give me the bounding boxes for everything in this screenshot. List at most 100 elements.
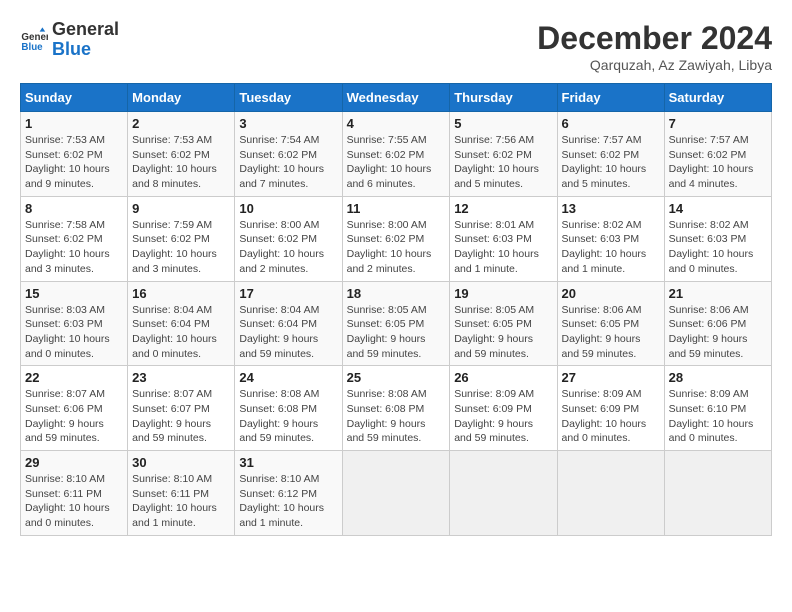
- day-number: 23: [132, 370, 230, 385]
- day-info: Sunrise: 7:59 AMSunset: 6:02 PMDaylight:…: [132, 218, 230, 277]
- day-info: Sunrise: 7:57 AMSunset: 6:02 PMDaylight:…: [562, 133, 660, 192]
- location-title: Qarquzah, Az Zawiyah, Libya: [537, 57, 772, 73]
- day-info: Sunrise: 8:08 AMSunset: 6:08 PMDaylight:…: [347, 387, 446, 446]
- day-info: Sunrise: 8:09 AMSunset: 6:09 PMDaylight:…: [454, 387, 552, 446]
- calendar-cell: 18 Sunrise: 8:05 AMSunset: 6:05 PMDayligh…: [342, 281, 450, 366]
- calendar-cell: 4 Sunrise: 7:55 AMSunset: 6:02 PMDaylight…: [342, 112, 450, 197]
- calendar-day-header: Saturday: [664, 84, 771, 112]
- calendar-cell: 12 Sunrise: 8:01 AMSunset: 6:03 PMDayligh…: [450, 196, 557, 281]
- logo-line2: Blue: [52, 40, 119, 60]
- day-number: 3: [239, 116, 337, 131]
- calendar-week-row: 8Sunrise: 7:58 AMSunset: 6:02 PMDaylight…: [21, 196, 772, 281]
- month-title: December 2024: [537, 20, 772, 57]
- page-header: General Blue General Blue December 2024 …: [20, 20, 772, 73]
- day-number: 2: [132, 116, 230, 131]
- calendar: SundayMondayTuesdayWednesdayThursdayFrid…: [20, 83, 772, 536]
- calendar-cell: 15Sunrise: 8:03 AMSunset: 6:03 PMDayligh…: [21, 281, 128, 366]
- calendar-cell: 5 Sunrise: 7:56 AMSunset: 6:02 PMDaylight…: [450, 112, 557, 197]
- day-number: 7: [669, 116, 767, 131]
- day-info: Sunrise: 8:09 AMSunset: 6:10 PMDaylight:…: [669, 387, 767, 446]
- day-number: 12: [454, 201, 552, 216]
- calendar-week-row: 15Sunrise: 8:03 AMSunset: 6:03 PMDayligh…: [21, 281, 772, 366]
- day-number: 20: [562, 286, 660, 301]
- calendar-cell: 3 Sunrise: 7:54 AMSunset: 6:02 PMDaylight…: [235, 112, 342, 197]
- calendar-cell: 24 Sunrise: 8:08 AMSunset: 6:08 PMDayligh…: [235, 366, 342, 451]
- calendar-cell: 26 Sunrise: 8:09 AMSunset: 6:09 PMDayligh…: [450, 366, 557, 451]
- calendar-cell: [557, 451, 664, 536]
- day-number: 25: [347, 370, 446, 385]
- calendar-day-header: Thursday: [450, 84, 557, 112]
- calendar-day-header: Friday: [557, 84, 664, 112]
- day-info: Sunrise: 8:05 AMSunset: 6:05 PMDaylight:…: [347, 303, 446, 362]
- calendar-cell: 8Sunrise: 7:58 AMSunset: 6:02 PMDaylight…: [21, 196, 128, 281]
- calendar-cell: 10 Sunrise: 8:00 AMSunset: 6:02 PMDayligh…: [235, 196, 342, 281]
- day-info: Sunrise: 7:53 AMSunset: 6:02 PMDaylight:…: [25, 133, 123, 192]
- day-info: Sunrise: 8:04 AMSunset: 6:04 PMDaylight:…: [132, 303, 230, 362]
- logo: General Blue General Blue: [20, 20, 119, 60]
- day-number: 21: [669, 286, 767, 301]
- day-info: Sunrise: 8:02 AMSunset: 6:03 PMDaylight:…: [669, 218, 767, 277]
- day-number: 11: [347, 201, 446, 216]
- day-number: 24: [239, 370, 337, 385]
- calendar-cell: 30 Sunrise: 8:10 AMSunset: 6:11 PMDayligh…: [128, 451, 235, 536]
- calendar-cell: 11 Sunrise: 8:00 AMSunset: 6:02 PMDayligh…: [342, 196, 450, 281]
- day-info: Sunrise: 8:05 AMSunset: 6:05 PMDaylight:…: [454, 303, 552, 362]
- calendar-cell: 31Sunrise: 8:10 AMSunset: 6:12 PMDayligh…: [235, 451, 342, 536]
- day-number: 6: [562, 116, 660, 131]
- day-info: Sunrise: 8:08 AMSunset: 6:08 PMDaylight:…: [239, 387, 337, 446]
- calendar-cell: 17Sunrise: 8:04 AMSunset: 6:04 PMDayligh…: [235, 281, 342, 366]
- calendar-day-header: Sunday: [21, 84, 128, 112]
- day-info: Sunrise: 8:10 AMSunset: 6:11 PMDaylight:…: [132, 472, 230, 531]
- calendar-week-row: 29 Sunrise: 8:10 AMSunset: 6:11 PMDayligh…: [21, 451, 772, 536]
- day-info: Sunrise: 7:56 AMSunset: 6:02 PMDaylight:…: [454, 133, 552, 192]
- day-number: 8: [25, 201, 123, 216]
- day-number: 18: [347, 286, 446, 301]
- day-number: 19: [454, 286, 552, 301]
- calendar-cell: 7 Sunrise: 7:57 AMSunset: 6:02 PMDaylight…: [664, 112, 771, 197]
- day-number: 27: [562, 370, 660, 385]
- calendar-cell: 20 Sunrise: 8:06 AMSunset: 6:05 PMDayligh…: [557, 281, 664, 366]
- calendar-cell: 22Sunrise: 8:07 AMSunset: 6:06 PMDayligh…: [21, 366, 128, 451]
- day-number: 28: [669, 370, 767, 385]
- day-info: Sunrise: 8:09 AMSunset: 6:09 PMDaylight:…: [562, 387, 660, 446]
- day-info: Sunrise: 7:55 AMSunset: 6:02 PMDaylight:…: [347, 133, 446, 192]
- day-number: 30: [132, 455, 230, 470]
- day-number: 10: [239, 201, 337, 216]
- logo-line1: General: [52, 20, 119, 40]
- day-number: 13: [562, 201, 660, 216]
- calendar-cell: 23Sunrise: 8:07 AMSunset: 6:07 PMDayligh…: [128, 366, 235, 451]
- calendar-cell: [450, 451, 557, 536]
- calendar-cell: 1Sunrise: 7:53 AMSunset: 6:02 PMDaylight…: [21, 112, 128, 197]
- day-number: 5: [454, 116, 552, 131]
- day-number: 29: [25, 455, 123, 470]
- calendar-week-row: 1Sunrise: 7:53 AMSunset: 6:02 PMDaylight…: [21, 112, 772, 197]
- calendar-cell: 9 Sunrise: 7:59 AMSunset: 6:02 PMDaylight…: [128, 196, 235, 281]
- day-info: Sunrise: 7:53 AMSunset: 6:02 PMDaylight:…: [132, 133, 230, 192]
- day-info: Sunrise: 8:07 AMSunset: 6:06 PMDaylight:…: [25, 387, 123, 446]
- day-info: Sunrise: 8:03 AMSunset: 6:03 PMDaylight:…: [25, 303, 123, 362]
- calendar-cell: 16 Sunrise: 8:04 AMSunset: 6:04 PMDayligh…: [128, 281, 235, 366]
- day-info: Sunrise: 8:00 AMSunset: 6:02 PMDaylight:…: [347, 218, 446, 277]
- calendar-cell: [664, 451, 771, 536]
- logo-icon: General Blue: [20, 26, 48, 54]
- calendar-cell: 21 Sunrise: 8:06 AMSunset: 6:06 PMDayligh…: [664, 281, 771, 366]
- day-info: Sunrise: 8:06 AMSunset: 6:06 PMDaylight:…: [669, 303, 767, 362]
- day-info: Sunrise: 8:00 AMSunset: 6:02 PMDaylight:…: [239, 218, 337, 277]
- day-number: 17: [239, 286, 337, 301]
- day-number: 26: [454, 370, 552, 385]
- calendar-cell: 25 Sunrise: 8:08 AMSunset: 6:08 PMDayligh…: [342, 366, 450, 451]
- day-number: 9: [132, 201, 230, 216]
- day-number: 31: [239, 455, 337, 470]
- svg-text:Blue: Blue: [21, 42, 43, 53]
- calendar-day-header: Wednesday: [342, 84, 450, 112]
- day-info: Sunrise: 7:54 AMSunset: 6:02 PMDaylight:…: [239, 133, 337, 192]
- day-info: Sunrise: 8:01 AMSunset: 6:03 PMDaylight:…: [454, 218, 552, 277]
- calendar-cell: 29Sunrise: 8:10 AMSunset: 6:11 PMDayligh…: [21, 451, 128, 536]
- calendar-cell: 19 Sunrise: 8:05 AMSunset: 6:05 PMDayligh…: [450, 281, 557, 366]
- day-number: 16: [132, 286, 230, 301]
- day-info: Sunrise: 8:06 AMSunset: 6:05 PMDaylight:…: [562, 303, 660, 362]
- day-info: Sunrise: 7:57 AMSunset: 6:02 PMDaylight:…: [669, 133, 767, 192]
- calendar-cell: 14Sunrise: 8:02 AMSunset: 6:03 PMDayligh…: [664, 196, 771, 281]
- day-number: 4: [347, 116, 446, 131]
- day-info: Sunrise: 8:02 AMSunset: 6:03 PMDaylight:…: [562, 218, 660, 277]
